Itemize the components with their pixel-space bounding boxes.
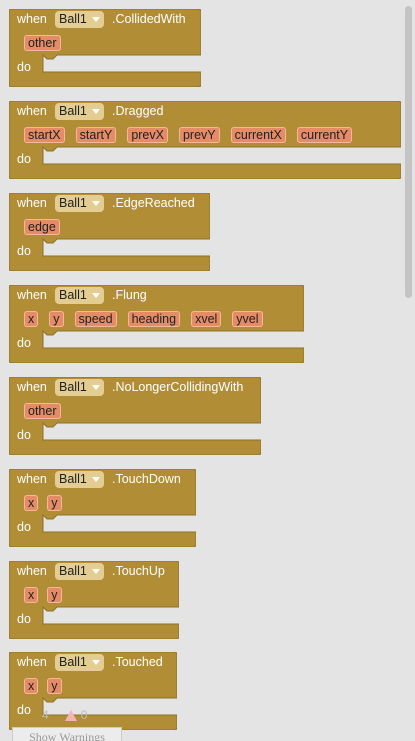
param-prevy[interactable]: prevY: [178, 127, 220, 143]
event-parameters: other: [24, 403, 61, 419]
event-name: .Flung: [112, 288, 147, 302]
dropdown-caret-icon: [91, 17, 100, 22]
component-dropdown[interactable]: Ball1: [55, 471, 104, 488]
param-x[interactable]: x: [24, 495, 39, 511]
param-x[interactable]: x: [24, 678, 39, 694]
param-other[interactable]: other: [24, 403, 61, 419]
do-keyword: do: [17, 612, 31, 626]
vertical-scrollbar[interactable]: [405, 6, 413, 741]
dropdown-caret-icon: [91, 201, 100, 206]
event-block-edgereached[interactable]: when Ball1 .EdgeReached edge do: [9, 193, 210, 271]
event-parameters: x y speed heading xvel yvel: [24, 311, 263, 327]
dropdown-caret-icon: [91, 109, 100, 114]
do-keyword: do: [17, 60, 31, 74]
warning-count: 4: [42, 708, 49, 722]
component-name: Ball1: [59, 12, 87, 26]
event-block-nolongercollidingwith[interactable]: when Ball1 .NoLongerCollidingWith other …: [9, 377, 261, 455]
component-name: Ball1: [59, 196, 87, 210]
param-currentx[interactable]: currentX: [230, 127, 286, 143]
event-parameters: x y: [24, 678, 62, 694]
param-x[interactable]: x: [24, 311, 39, 327]
do-keyword: do: [17, 244, 31, 258]
show-warnings-button[interactable]: Show Warnings: [12, 727, 122, 741]
param-y[interactable]: y: [47, 587, 62, 603]
component-dropdown[interactable]: Ball1: [55, 287, 104, 304]
error-count: 0: [80, 708, 88, 722]
event-block-flung[interactable]: when Ball1 .Flung x y speed heading xvel…: [9, 285, 304, 363]
event-name: .TouchDown: [112, 472, 181, 486]
param-currenty[interactable]: currentY: [296, 127, 353, 143]
component-name: Ball1: [59, 380, 87, 394]
when-keyword: when: [17, 564, 47, 578]
when-keyword: when: [17, 196, 47, 210]
scrollbar-thumb[interactable]: [405, 6, 412, 298]
do-keyword: do: [17, 703, 31, 717]
do-keyword: do: [17, 152, 31, 166]
param-heading[interactable]: heading: [127, 311, 181, 327]
component-name: Ball1: [59, 472, 87, 486]
param-prevx[interactable]: prevX: [127, 127, 168, 143]
dropdown-caret-icon: [91, 660, 100, 665]
param-yvel[interactable]: yvel: [232, 311, 263, 327]
param-startx[interactable]: startX: [24, 127, 65, 143]
component-dropdown[interactable]: Ball1: [55, 563, 104, 580]
param-y[interactable]: y: [47, 678, 62, 694]
event-name: .Touched: [112, 655, 163, 669]
component-name: Ball1: [59, 104, 87, 118]
when-keyword: when: [17, 472, 47, 486]
do-keyword: do: [17, 428, 31, 442]
event-parameters: x y: [24, 587, 62, 603]
event-parameters: edge: [24, 219, 60, 235]
event-name: .TouchUp: [112, 564, 165, 578]
component-dropdown[interactable]: Ball1: [55, 11, 104, 28]
when-keyword: when: [17, 12, 47, 26]
dropdown-caret-icon: [91, 477, 100, 482]
event-name: .EdgeReached: [112, 196, 195, 210]
dropdown-caret-icon: [91, 569, 100, 574]
blocks-workspace[interactable]: when Ball1 .CollidedWith other do when B…: [0, 0, 402, 741]
when-keyword: when: [17, 288, 47, 302]
do-keyword: do: [17, 336, 31, 350]
warning-indicator: 4 0: [42, 708, 87, 722]
component-dropdown[interactable]: Ball1: [55, 195, 104, 212]
when-keyword: when: [17, 104, 47, 118]
event-block-collidedwith[interactable]: when Ball1 .CollidedWith other do: [9, 9, 201, 87]
error-indicator: 0: [64, 708, 88, 722]
dropdown-caret-icon: [91, 385, 100, 390]
event-block-touchdown[interactable]: when Ball1 .TouchDown x y do: [9, 469, 196, 547]
param-x[interactable]: x: [24, 587, 39, 603]
dropdown-caret-icon: [91, 293, 100, 298]
component-name: Ball1: [59, 288, 87, 302]
param-y[interactable]: y: [47, 495, 62, 511]
param-other[interactable]: other: [24, 35, 61, 51]
event-block-touched[interactable]: when Ball1 .Touched x y do: [9, 652, 177, 730]
param-xvel[interactable]: xvel: [191, 311, 222, 327]
param-starty[interactable]: startY: [75, 127, 117, 143]
event-parameters: startX startY prevX prevY currentX curre…: [24, 127, 353, 143]
event-block-touchup[interactable]: when Ball1 .TouchUp x y do: [9, 561, 179, 639]
component-dropdown[interactable]: Ball1: [55, 379, 104, 396]
param-edge[interactable]: edge: [24, 219, 60, 235]
param-y[interactable]: y: [49, 311, 64, 327]
event-name: .NoLongerCollidingWith: [112, 380, 244, 394]
warning-triangle-icon: [64, 710, 77, 722]
component-dropdown[interactable]: Ball1: [55, 654, 104, 671]
component-name: Ball1: [59, 564, 87, 578]
event-parameters: other: [24, 35, 61, 51]
event-block-dragged[interactable]: when Ball1 .Dragged startX startY prevX …: [9, 101, 401, 179]
when-keyword: when: [17, 655, 47, 669]
component-dropdown[interactable]: Ball1: [55, 103, 104, 120]
do-keyword: do: [17, 520, 31, 534]
event-parameters: x y: [24, 495, 62, 511]
event-name: .Dragged: [112, 104, 164, 118]
when-keyword: when: [17, 380, 47, 394]
param-speed[interactable]: speed: [74, 311, 117, 327]
component-name: Ball1: [59, 655, 87, 669]
event-name: .CollidedWith: [112, 12, 186, 26]
